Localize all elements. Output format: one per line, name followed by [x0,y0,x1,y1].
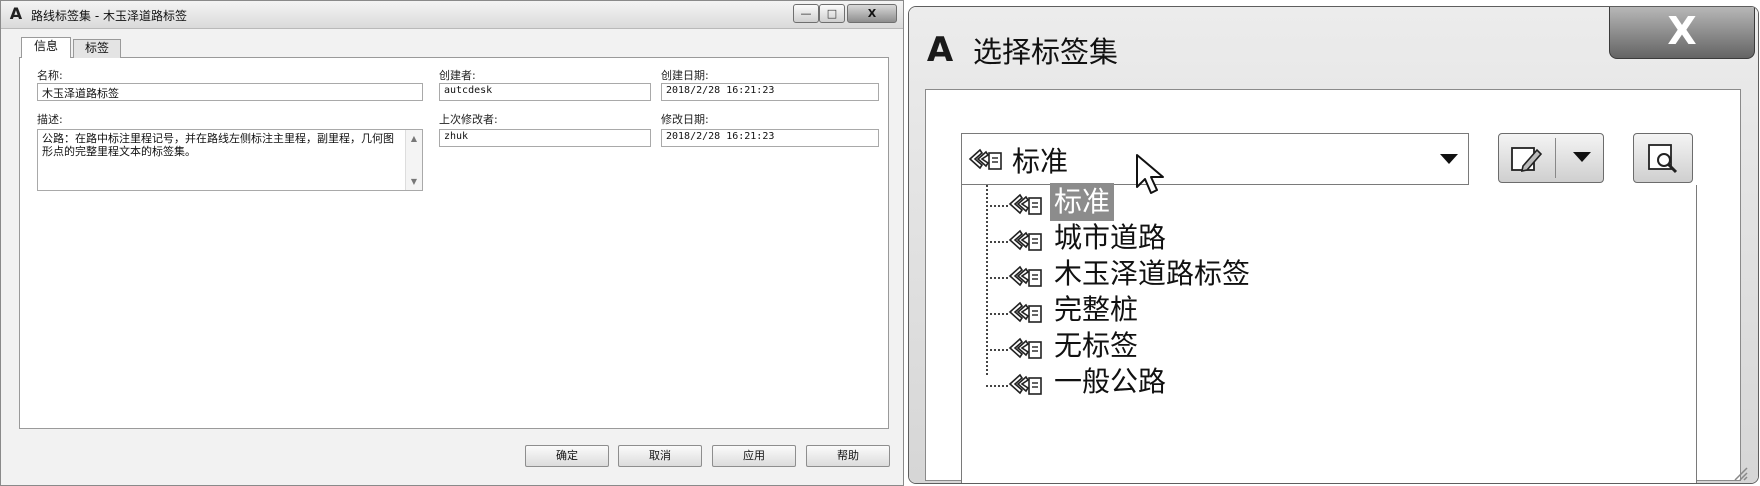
name-label: 名称: [37,69,63,82]
label-set-icon [968,148,1002,170]
edit-icon [1511,147,1543,173]
cancel-button[interactable]: 取消 [618,445,702,467]
maximize-button[interactable]: □ [819,4,845,23]
description-label: 描述: [37,113,63,126]
label-set-icon [1008,373,1042,395]
tab-info[interactable]: 信息 [21,37,71,58]
list-item-label: 完整桩 [1054,293,1139,326]
resize-grip-icon[interactable] [1709,467,1749,481]
list-item-label: 一般公路 [1054,365,1167,398]
chevron-down-icon[interactable] [1573,152,1591,162]
split-divider [1555,138,1556,178]
label-set-icon [1008,229,1042,251]
chevron-down-icon[interactable] [1440,154,1458,164]
label-set-combobox[interactable]: 标准 [961,133,1469,185]
preview-button[interactable] [1633,133,1693,183]
description-field[interactable]: 公路：在路中标注里程记号，并在路线左侧标注主里程，副里程，几何图形点的完整里程文… [37,129,423,191]
list-item-label: 标准 [1050,183,1115,221]
modified-date-label: 修改日期: [661,113,709,126]
apply-button[interactable]: 应用 [712,445,796,467]
label-set-icon [1008,337,1042,359]
tree-connector [986,185,988,375]
select-label-set-dialog: A 选择标签集 X 标准 标准 城市道路 木玉泽道路标签 完整桩 无标签 一般公… [908,6,1759,484]
close-button[interactable]: X [1609,7,1755,59]
modified-date-field: 2018/2/28 16:21:23 [661,129,879,147]
name-field[interactable]: 木玉泽道路标签 [37,83,423,101]
scroll-down-icon[interactable]: ▼ [406,177,422,186]
autocad-app-icon: A [9,4,23,23]
window-title: 选择标签集 [973,35,1119,69]
mouse-cursor-icon [1136,154,1164,194]
preview-icon [1648,144,1678,174]
title-bar[interactable]: A 路线标签集 - 木玉泽道路标签 — □ X [1,1,903,29]
label-set-dropdown-list[interactable]: 标准 城市道路 木玉泽道路标签 完整桩 无标签 一般公路 [961,183,1697,483]
modified-by-label: 上次修改者: [439,113,498,126]
list-item-label: 无标签 [1054,329,1139,362]
ok-button[interactable]: 确定 [525,445,609,467]
edit-label-set-button[interactable] [1498,133,1604,183]
description-text: 公路：在路中标注里程记号，并在路线左侧标注主里程，副里程，几何图形点的完整里程文… [42,132,394,158]
tab-labels[interactable]: 标签 [73,39,121,58]
combobox-value: 标准 [1012,145,1069,178]
list-item-label: 城市道路 [1054,221,1167,254]
label-set-icon [1008,301,1042,323]
description-scrollbar[interactable]: ▲ ▼ [405,130,422,190]
label-set-icon [1008,265,1042,287]
window-title: 路线标签集 - 木玉泽道路标签 [31,9,187,23]
created-date-field: 2018/2/28 16:21:23 [661,83,879,101]
autocad-app-icon: A [926,30,954,70]
modified-by-field: zhuk [439,129,651,147]
list-item-label: 木玉泽道路标签 [1054,257,1251,290]
label-set-dialog: A 路线标签集 - 木玉泽道路标签 — □ X 信息 标签 名称: 木玉泽道路标… [0,0,904,486]
created-date-label: 创建日期: [661,69,709,82]
help-button[interactable]: 帮助 [806,445,890,467]
close-button[interactable]: X [847,4,897,23]
scroll-up-icon[interactable]: ▲ [406,134,422,143]
label-set-icon [1008,193,1042,215]
minimize-button[interactable]: — [793,4,819,23]
created-by-label: 创建者: [439,69,476,82]
created-by-field: autcdesk [439,83,651,101]
